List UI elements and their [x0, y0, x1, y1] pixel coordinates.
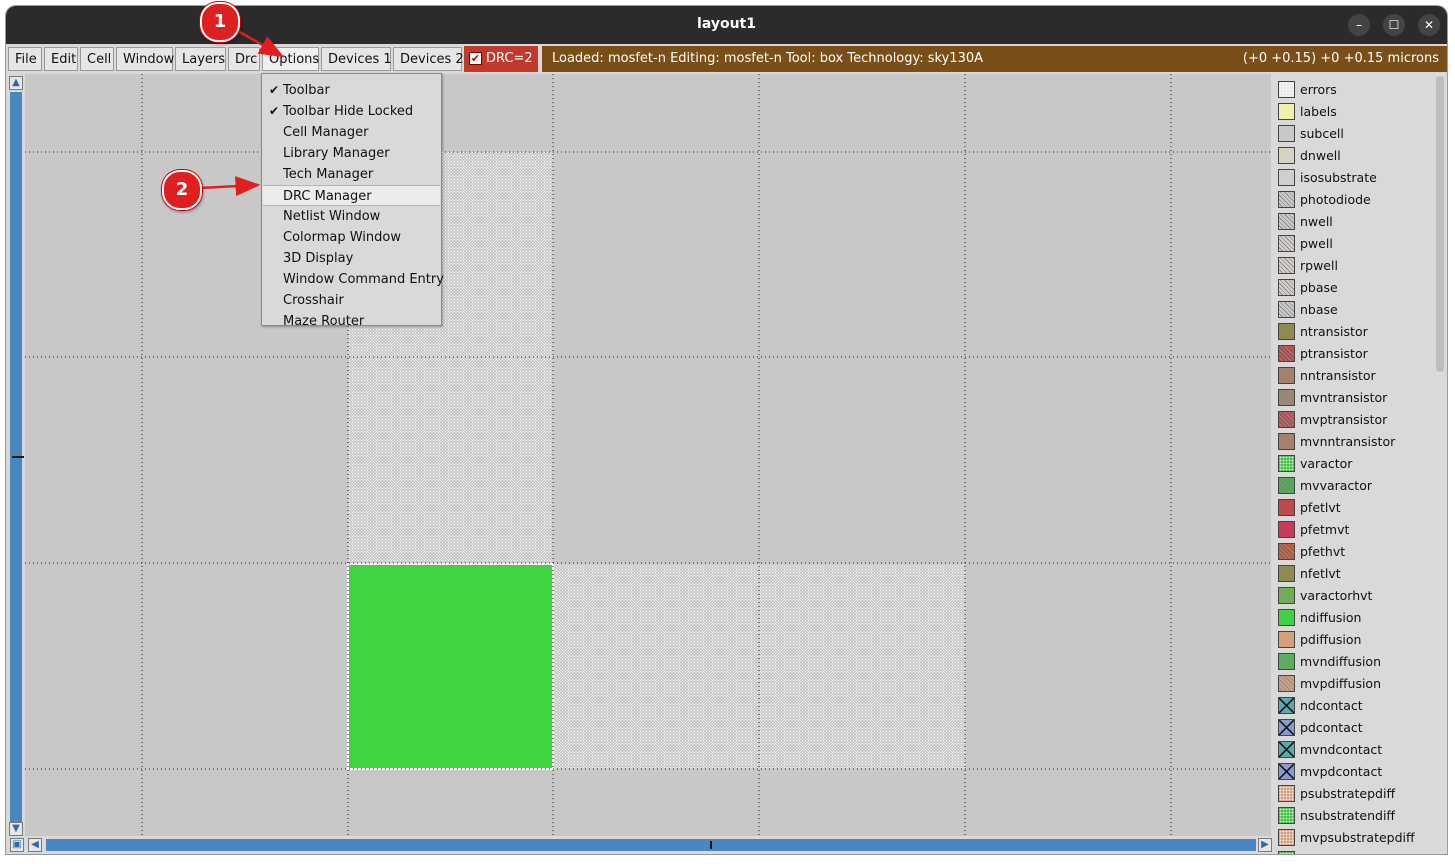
annotation-marker-1: 1 [200, 2, 240, 42]
annotation-arrow-2 [199, 176, 261, 197]
annotation-arrows [199, 28, 285, 197]
annotation-marker-2: 2 [162, 170, 202, 210]
annotation-arrow-1 [235, 28, 285, 58]
